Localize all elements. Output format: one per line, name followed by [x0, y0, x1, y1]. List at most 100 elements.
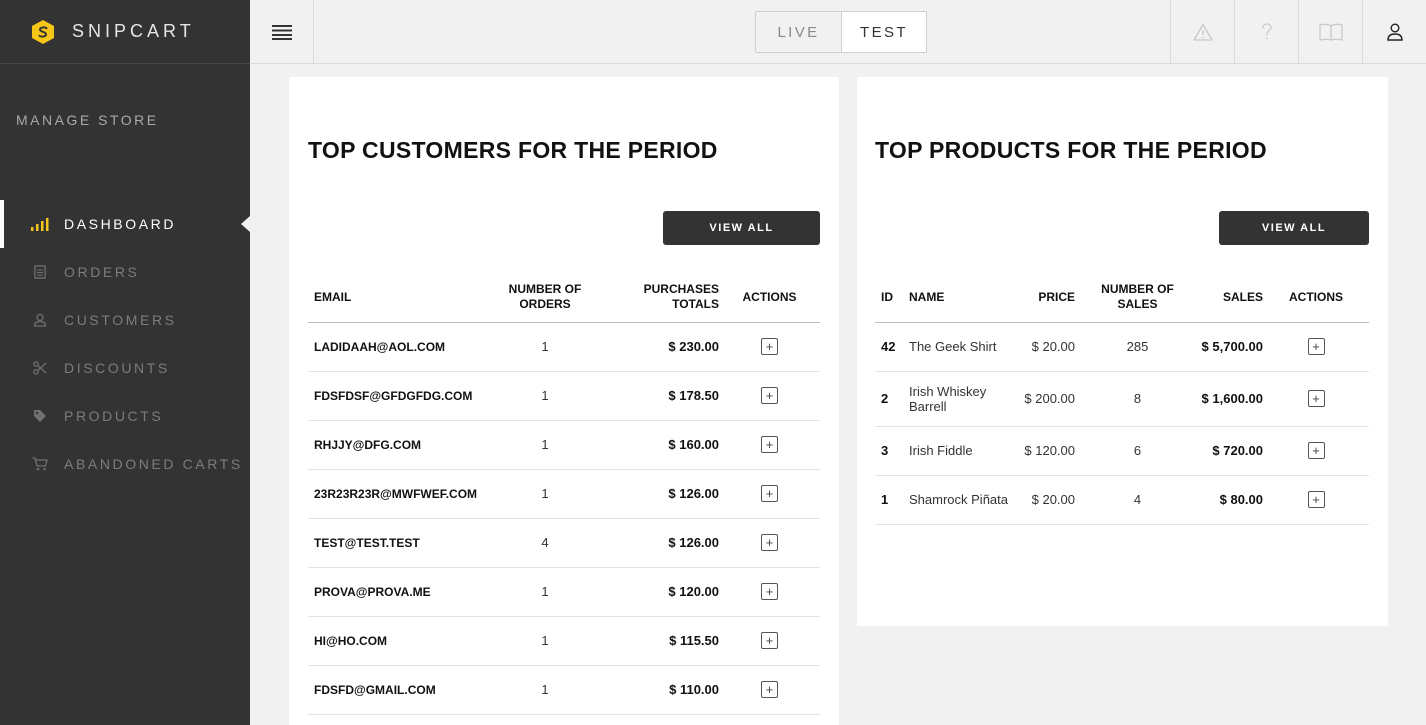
customer-email[interactable]: PROVA@PROVA.ME: [308, 567, 478, 617]
docs-button[interactable]: [1298, 0, 1362, 63]
customer-email[interactable]: LADIDAAH@AOL.COM: [308, 322, 478, 372]
expand-plus-icon[interactable]: +: [1307, 491, 1325, 508]
actions-cell: +: [719, 567, 820, 617]
sidebar-item-dashboard[interactable]: DASHBOARD: [0, 200, 250, 248]
product-sales-count: 8: [1075, 371, 1200, 427]
cart-icon: [30, 454, 50, 474]
sidebar: SNIPCART MANAGE STORE DASHBOARD ORDERS C…: [0, 0, 250, 725]
view-all-customers-button[interactable]: VIEW ALL: [663, 211, 820, 245]
actions-cell: +: [719, 518, 820, 568]
customer-email[interactable]: 23R23R23R@MWFWEF.COM: [308, 469, 478, 519]
help-icon: [1261, 22, 1272, 39]
product-sales: $ 1,600.00: [1200, 371, 1263, 427]
table-row: 23R23R23R@MWFWEF.COM 1 $ 126.00 +: [308, 469, 820, 519]
customer-email[interactable]: HI@HO.COM: [308, 616, 478, 666]
customer-total: $ 160.00: [612, 420, 719, 470]
column-header-sales-count[interactable]: NUMBER OF SALES: [1075, 273, 1200, 323]
header-line: PURCHASES: [643, 282, 719, 297]
actions-cell: +: [1263, 371, 1369, 427]
customer-orders: 1: [478, 616, 612, 666]
customer-orders: 1: [478, 322, 612, 372]
product-name-line: Barrell: [909, 398, 947, 414]
expand-plus-icon[interactable]: +: [1307, 442, 1325, 459]
expand-plus-icon[interactable]: +: [761, 338, 778, 355]
table-row: FDSFD@GMAIL.COM 1 $ 110.00 +: [308, 665, 820, 715]
customer-email[interactable]: RHJJY@DFG.COM: [308, 420, 478, 470]
product-name-line: Irish Fiddle: [909, 443, 973, 458]
receipt-icon: [30, 262, 50, 282]
header-line: ORDERS: [519, 297, 571, 312]
expand-plus-icon[interactable]: +: [761, 681, 778, 698]
sidebar-item-products[interactable]: PRODUCTS: [0, 392, 250, 440]
product-name[interactable]: Irish Fiddle: [903, 426, 1011, 476]
topbar: LIVE TEST: [250, 0, 1426, 64]
view-all-products-button[interactable]: VIEW ALL: [1219, 211, 1369, 245]
sidebar-item-orders[interactable]: ORDERS: [0, 248, 250, 296]
header-line: SALES: [1117, 297, 1158, 312]
product-sales: $ 720.00: [1200, 426, 1263, 476]
product-sales-count: 4: [1075, 475, 1200, 525]
column-header-totals[interactable]: PURCHASES TOTALS: [612, 273, 719, 323]
actions-cell: +: [719, 420, 820, 470]
table-row: RHJJY@DFG.COM 1 $ 160.00 +: [308, 420, 820, 470]
column-header-orders[interactable]: NUMBER OF ORDERS: [478, 273, 612, 323]
customer-total: $ 110.00: [612, 665, 719, 715]
mode-test-button[interactable]: TEST: [841, 12, 926, 52]
expand-plus-icon[interactable]: +: [761, 387, 778, 404]
table-row: PROVA@PROVA.ME 1 $ 120.00 +: [308, 567, 820, 617]
product-name-line: Irish Whiskey: [909, 383, 987, 399]
user-icon: [30, 310, 50, 330]
customer-total: $ 126.00: [612, 518, 719, 568]
actions-cell: +: [1263, 322, 1369, 372]
customer-email[interactable]: FDSFDSF@GFDGFDG.COM: [308, 371, 478, 421]
account-button[interactable]: [1362, 0, 1426, 63]
product-name[interactable]: The Geek Shirt: [903, 322, 1011, 372]
sidebar-item-label: ABANDONED CARTS: [64, 456, 243, 472]
expand-plus-icon[interactable]: +: [761, 485, 778, 502]
column-header-price[interactable]: PRICE: [1011, 273, 1075, 323]
table-row: TEST@TEST.TEST 4 $ 126.00 +: [308, 518, 820, 568]
product-price: $ 20.00: [1011, 322, 1075, 372]
top-products-panel: TOP PRODUCTS FOR THE PERIOD VIEW ALL ID …: [857, 77, 1388, 626]
expand-plus-icon[interactable]: +: [761, 534, 778, 551]
customer-total: $ 230.00: [612, 322, 719, 372]
product-name[interactable]: Shamrock Piñata: [903, 475, 1011, 525]
mode-toggle: LIVE TEST: [755, 11, 927, 53]
customer-orders: 1: [478, 665, 612, 715]
panel-title: TOP PRODUCTS FOR THE PERIOD: [875, 137, 1267, 163]
expand-plus-icon[interactable]: +: [761, 436, 778, 453]
column-header-id[interactable]: ID: [875, 273, 903, 323]
customer-orders: 1: [478, 567, 612, 617]
menu-toggle-button[interactable]: [250, 0, 314, 63]
brand[interactable]: SNIPCART: [0, 0, 250, 64]
top-customers-table: EMAIL NUMBER OF ORDERS PURCHASES TOTALS AC…: [308, 273, 820, 715]
expand-plus-icon[interactable]: +: [1307, 390, 1325, 407]
product-name-line: Shamrock Piñata: [909, 492, 1008, 507]
table-row: LADIDAAH@AOL.COM 1 $ 230.00 +: [308, 322, 820, 372]
sidebar-item-label: PRODUCTS: [64, 408, 164, 424]
customer-orders: 1: [478, 469, 612, 519]
table-row: HI@HO.COM 1 $ 115.50 +: [308, 616, 820, 666]
column-header-sales[interactable]: SALES: [1200, 273, 1263, 323]
product-sales-count: 6: [1075, 426, 1200, 476]
column-header-name[interactable]: NAME: [903, 273, 1011, 323]
sidebar-item-discounts[interactable]: DISCOUNTS: [0, 344, 250, 392]
customer-email[interactable]: FDSFD@GMAIL.COM: [308, 665, 478, 715]
customer-email[interactable]: TEST@TEST.TEST: [308, 518, 478, 568]
product-name[interactable]: Irish Whiskey Barrell: [903, 371, 1011, 427]
mode-live-button[interactable]: LIVE: [756, 12, 841, 52]
sidebar-item-customers[interactable]: CUSTOMERS: [0, 296, 250, 344]
expand-plus-icon[interactable]: +: [761, 632, 778, 649]
product-id: 42: [875, 322, 903, 372]
warnings-button[interactable]: [1170, 0, 1234, 63]
warning-icon: [1192, 23, 1213, 41]
column-header-email[interactable]: EMAIL: [308, 273, 478, 323]
top-products-table: ID NAME PRICE NUMBER OF SALES SALES ACTIO…: [875, 273, 1369, 525]
table-row: 42 The Geek Shirt $ 20.00 285 $ 5,700.00…: [875, 322, 1369, 372]
hamburger-icon: [271, 24, 292, 40]
expand-plus-icon[interactable]: +: [1307, 338, 1325, 355]
sidebar-item-label: DASHBOARD: [64, 216, 177, 232]
help-button[interactable]: [1234, 0, 1298, 63]
expand-plus-icon[interactable]: +: [761, 583, 778, 600]
sidebar-item-abandoned-carts[interactable]: ABANDONED CARTS: [0, 440, 250, 488]
